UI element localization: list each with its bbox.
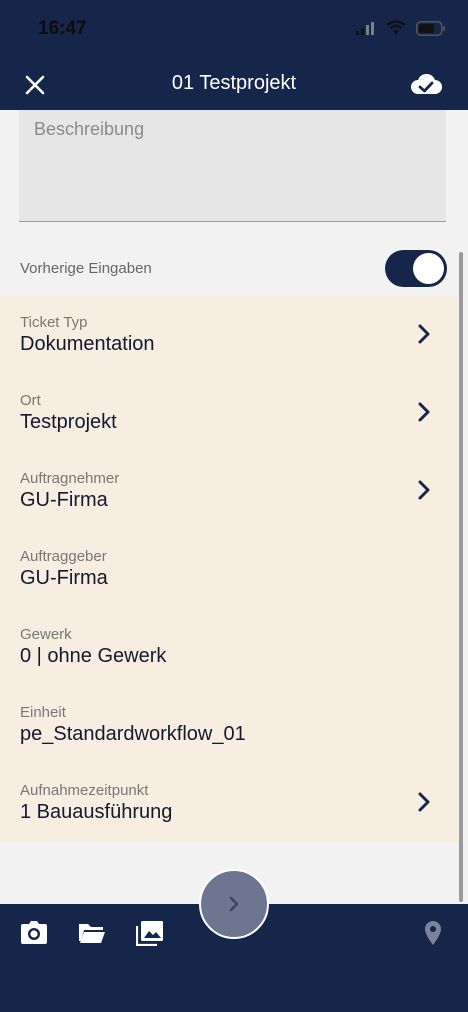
chevron-right-icon bbox=[418, 480, 430, 500]
chevron-right-icon bbox=[418, 402, 430, 422]
field-label: Aufnahmezeitpunkt bbox=[20, 782, 149, 799]
field-value: GU-Firma bbox=[20, 567, 108, 589]
field-label: Einheit bbox=[20, 704, 66, 721]
field-aufnahmezeitpunkt[interactable]: Aufnahmezeitpunkt 1 Bauausführung bbox=[0, 764, 458, 842]
chevron-right-icon bbox=[418, 324, 430, 344]
field-value: 1 Bauausführung bbox=[20, 801, 173, 823]
field-ort[interactable]: Ort Testprojekt bbox=[0, 374, 458, 452]
field-value: pe_Standardworkflow_01 bbox=[20, 723, 246, 745]
field-einheit: Einheit pe_Standardworkflow_01 bbox=[0, 686, 458, 764]
description-placeholder: Beschreibung bbox=[34, 119, 145, 139]
scrollbar[interactable] bbox=[459, 252, 463, 902]
fields-list: Ticket Typ Dokumentation Ort Testprojekt… bbox=[0, 296, 458, 842]
chevron-right-icon bbox=[229, 896, 239, 912]
previous-entries-label: Vorherige Eingaben bbox=[20, 260, 152, 277]
top-bar: 16:47 01 Testprojekt bbox=[0, 0, 468, 110]
page-title: 01 Testprojekt bbox=[171, 72, 297, 94]
form-content: Beschreibung Vorherige Eingaben Ticket T… bbox=[0, 110, 468, 904]
description-field[interactable]: Beschreibung bbox=[19, 110, 446, 222]
wifi-icon bbox=[386, 20, 406, 35]
field-ticket-typ[interactable]: Ticket Typ Dokumentation bbox=[0, 296, 458, 374]
camera-icon[interactable] bbox=[20, 920, 48, 946]
previous-entries-row: Vorherige Eingaben bbox=[0, 248, 468, 288]
field-value: GU-Firma bbox=[20, 489, 108, 511]
field-label: Auftraggeber bbox=[20, 548, 107, 565]
field-value: Dokumentation bbox=[20, 333, 155, 355]
field-value: 0 | ohne Gewerk bbox=[20, 645, 167, 667]
chevron-right-icon bbox=[418, 792, 430, 812]
field-value: Testprojekt bbox=[20, 411, 117, 433]
cloud-check-icon[interactable] bbox=[410, 70, 442, 98]
location-pin-icon[interactable] bbox=[420, 920, 446, 946]
field-label: Ort bbox=[20, 392, 41, 409]
field-gewerk: Gewerk 0 | ohne Gewerk bbox=[0, 608, 458, 686]
gallery-icon[interactable] bbox=[136, 920, 164, 946]
status-time: 16:47 bbox=[38, 18, 87, 39]
field-auftragnehmer[interactable]: Auftragnehmer GU-Firma bbox=[0, 452, 458, 530]
battery-icon bbox=[416, 20, 445, 36]
field-label: Auftragnehmer bbox=[20, 470, 120, 487]
status-icons bbox=[356, 20, 446, 36]
folder-icon[interactable] bbox=[78, 920, 106, 946]
next-button[interactable] bbox=[199, 869, 269, 939]
previous-entries-toggle[interactable] bbox=[385, 250, 447, 287]
signal-icon bbox=[356, 22, 374, 35]
field-auftraggeber: Auftraggeber GU-Firma bbox=[0, 530, 458, 608]
field-label: Ticket Typ bbox=[20, 314, 88, 331]
toggle-knob bbox=[413, 253, 444, 284]
field-label: Gewerk bbox=[20, 626, 72, 643]
